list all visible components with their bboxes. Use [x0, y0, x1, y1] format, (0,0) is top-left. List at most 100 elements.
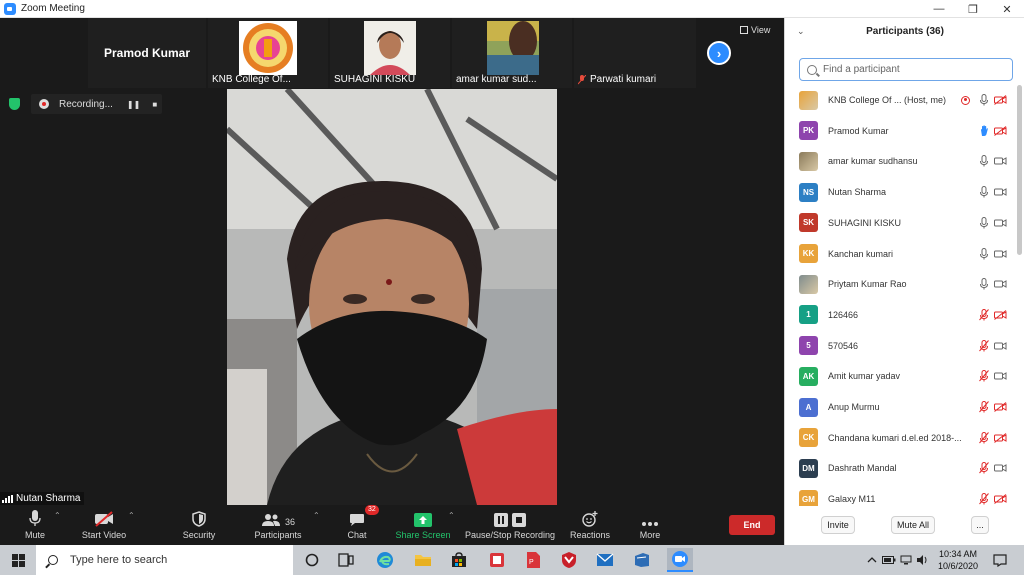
participant-avatar [799, 274, 818, 294]
start-video-button[interactable]: Start Video [80, 505, 128, 545]
participant-name: SUHAGINI KISKU [828, 217, 902, 228]
zoom-taskbar-icon[interactable] [667, 548, 693, 572]
muted-mic-icon[interactable] [979, 493, 989, 505]
muted-mic-icon[interactable] [979, 431, 989, 444]
participant-row[interactable]: 1 126466 [785, 300, 1017, 330]
volume-icon[interactable] [915, 550, 929, 570]
document-app-icon[interactable] [632, 550, 652, 570]
mute-button[interactable]: Mute [20, 505, 50, 545]
video-off-icon[interactable] [994, 309, 1007, 320]
microphone-icon[interactable] [979, 216, 989, 229]
file-explorer-icon[interactable] [413, 550, 433, 570]
muted-mic-icon[interactable] [979, 308, 989, 321]
video-off-icon[interactable] [994, 494, 1007, 504]
video-camera-icon[interactable] [994, 341, 1007, 351]
minimize-button[interactable]: — [922, 0, 956, 18]
maximize-button[interactable]: ❐ [956, 0, 990, 18]
audio-options-caret-icon[interactable]: ⌃ [54, 511, 61, 520]
show-hidden-icons-chevron-icon[interactable] [866, 550, 878, 570]
notifications-icon[interactable] [992, 550, 1008, 570]
muted-mic-icon[interactable] [979, 339, 989, 352]
stop-recording-button[interactable]: ■ [152, 100, 157, 109]
thumbnail-1[interactable]: SUHAGINI KISKU [330, 18, 450, 88]
participant-list-scrollbar[interactable] [1017, 85, 1022, 255]
participant-row[interactable]: 5 570546 [785, 331, 1017, 361]
thumbnail-2[interactable]: amar kumar sud... [452, 18, 572, 88]
microphone-icon[interactable] [979, 247, 989, 260]
security-button[interactable]: Security [180, 505, 218, 545]
system-clock[interactable]: 10:34 AM 10/6/2020 [928, 548, 988, 572]
participant-row[interactable]: A Anup Murmu [785, 392, 1017, 422]
video-off-icon[interactable] [994, 95, 1007, 105]
battery-icon[interactable] [882, 550, 896, 570]
participant-search-input[interactable] [823, 64, 1003, 75]
start-button[interactable] [0, 545, 36, 575]
pdf-reader-icon[interactable]: P [523, 550, 543, 570]
thumbnail-3[interactable]: Parwati kumari [574, 18, 696, 88]
network-icon[interactable] [899, 550, 913, 570]
chat-button[interactable]: 32 Chat [342, 505, 379, 545]
edge-browser-icon[interactable] [375, 550, 395, 570]
reactions-button[interactable]: Reactions [570, 505, 610, 545]
mute-all-button[interactable]: Mute All [891, 516, 935, 534]
more-button[interactable]: More [635, 505, 665, 545]
taskbar-search-box[interactable]: Type here to search [36, 545, 293, 575]
signal-strength-icon [2, 494, 13, 503]
microphone-icon[interactable] [979, 155, 989, 167]
video-camera-icon[interactable] [994, 249, 1007, 259]
store-icon[interactable] [449, 550, 469, 570]
muted-mic-icon[interactable] [979, 401, 989, 413]
mail-app-icon[interactable] [487, 550, 507, 570]
close-button[interactable]: ✕ [990, 0, 1024, 18]
participant-search-box[interactable] [799, 58, 1013, 81]
participant-row[interactable]: SK SUHAGINI KISKU [785, 208, 1017, 238]
video-camera-icon[interactable] [994, 463, 1007, 473]
participant-name: 126466 [828, 309, 859, 320]
video-options-caret-icon[interactable]: ⌃ [128, 511, 135, 520]
participant-row[interactable]: amar kumar sudhansu [785, 146, 1017, 176]
thumbnail-pinned[interactable]: Pramod Kumar [88, 18, 206, 88]
participant-row[interactable]: KNB College Of ... (Host, me) [785, 85, 1017, 115]
invite-button[interactable]: Invite [821, 516, 855, 534]
antivirus-icon[interactable] [559, 550, 579, 570]
participant-row[interactable]: Priytam Kumar Rao [785, 269, 1017, 299]
video-camera-icon[interactable] [994, 218, 1007, 228]
video-camera-icon[interactable] [994, 156, 1007, 166]
participants-options-caret-icon[interactable]: ⌃ [313, 511, 320, 520]
pause-recording-button[interactable]: ❚❚ [127, 100, 140, 109]
participant-row[interactable]: KK Kanchan kumari [785, 239, 1017, 269]
participant-row[interactable]: NS Nutan Sharma [785, 177, 1017, 207]
view-label: View [751, 25, 771, 35]
thumbnail-0[interactable]: KNB College Of... [208, 18, 328, 88]
participant-row[interactable]: CK Chandana kumari d.el.ed 2018-... [785, 423, 1017, 453]
video-off-icon[interactable] [994, 402, 1007, 412]
video-off-icon[interactable] [994, 125, 1007, 136]
video-camera-icon[interactable] [994, 187, 1007, 197]
next-page-button[interactable]: › [707, 41, 731, 65]
pause-stop-recording-button[interactable]: Pause/Stop Recording [465, 505, 555, 545]
end-meeting-button[interactable]: End [729, 515, 775, 535]
video-camera-icon[interactable] [994, 279, 1007, 289]
participant-row[interactable]: PK Pramod Kumar [785, 116, 1017, 146]
view-button[interactable]: View [740, 25, 770, 35]
microphone-icon[interactable] [979, 186, 989, 198]
muted-mic-icon[interactable] [979, 462, 989, 474]
muted-mic-icon[interactable] [979, 370, 989, 382]
search-icon [807, 64, 817, 75]
cortana-icon[interactable] [302, 550, 322, 570]
task-view-icon[interactable] [336, 550, 356, 570]
encryption-shield-icon[interactable] [9, 98, 20, 110]
share-options-caret-icon[interactable]: ⌃ [448, 511, 455, 520]
video-camera-icon[interactable] [994, 371, 1007, 381]
video-off-icon[interactable] [994, 432, 1007, 443]
email-client-icon[interactable] [595, 550, 615, 570]
participant-row[interactable]: GM Galaxy M11 [785, 484, 1017, 506]
share-screen-button[interactable]: Share Screen [395, 505, 451, 545]
microphone-icon[interactable] [979, 278, 989, 290]
participant-row[interactable]: DM Dashrath Mandal [785, 453, 1017, 483]
participant-row[interactable]: AK Amit kumar yadav [785, 361, 1017, 391]
participants-button[interactable]: 36 Participants [252, 505, 304, 545]
raised-hand-icon[interactable] [979, 125, 989, 137]
panel-more-button[interactable]: ... [971, 516, 989, 534]
microphone-icon[interactable] [979, 94, 989, 106]
